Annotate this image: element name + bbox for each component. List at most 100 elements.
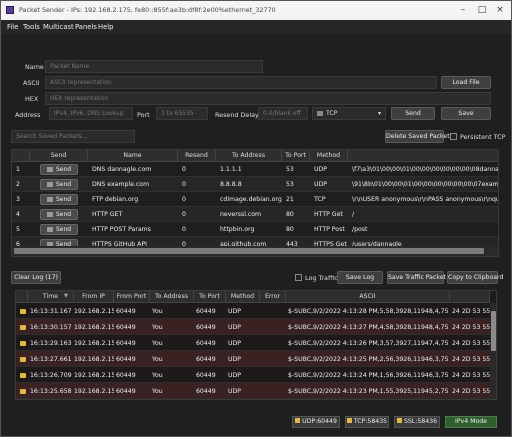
traffic-cell-hex: 24 2D 53 55 4	[452, 388, 490, 395]
ssl-port-text: SSL:58436	[403, 418, 438, 425]
sort-desc-icon[interactable]: ▼	[64, 293, 68, 299]
app-icon	[6, 6, 14, 14]
log-traffic-checkbox[interactable]	[295, 274, 302, 281]
protocol-value: TCP	[326, 110, 338, 117]
col-header-error[interactable]: Error	[260, 291, 286, 303]
traffic-cell-to: You	[152, 356, 163, 363]
traffic-cell-hex: 24 2D 53 55 4	[452, 372, 490, 379]
col-header-hex[interactable]	[450, 291, 490, 303]
protocol-select[interactable]: TCP ▾	[312, 107, 386, 120]
col-header-to-port[interactable]: To Port	[282, 150, 310, 162]
saved-cell-addr: 8.8.8.8	[220, 181, 242, 188]
load-file-button[interactable]: Load File	[441, 76, 491, 89]
traffic-cell-method: UDP	[228, 308, 242, 315]
log-traffic-label: Log Traffic	[305, 274, 338, 282]
traffic-cell-method: UDP	[228, 356, 242, 363]
col-header-method[interactable]: Method	[226, 291, 260, 303]
col-header-send[interactable]: Send	[30, 150, 88, 162]
col-header-from-port[interactable]: From Port	[114, 291, 150, 303]
traffic-cell-fport: 60449	[116, 356, 136, 363]
menu-help[interactable]: Help	[98, 23, 114, 31]
traffic-v-scroll-thumb[interactable]	[491, 311, 496, 351]
col-header-to-address[interactable]: To Address	[216, 150, 282, 162]
lock-icon	[295, 418, 301, 423]
resend-delay-input[interactable]: 0.0/blank off	[258, 107, 308, 120]
address-input[interactable]: IPv4, IPv6, DNS Lookup	[49, 107, 133, 120]
traffic-cell-to: You	[152, 372, 163, 379]
ssl-port-status[interactable]: SSL:58436	[394, 416, 440, 428]
saved-h-scrollbar[interactable]	[12, 246, 498, 256]
hex-input[interactable]: HEX representation	[45, 92, 491, 105]
traffic-cell-time: 16:13:30.157	[30, 324, 72, 331]
saved-cell-name: DNS example.com	[92, 181, 150, 188]
search-saved-input[interactable]: Search Saved Packets...	[11, 130, 135, 143]
lock-icon	[396, 418, 402, 423]
lock-icon	[20, 341, 26, 346]
col-header-resend[interactable]: Resend	[178, 150, 216, 162]
traffic-log-table: Time From IP From Port To Address To Por…	[15, 290, 497, 400]
saved-cell-name: FTP debian.org	[92, 196, 139, 203]
traffic-cell-tport: 60449	[196, 308, 216, 315]
save-log-button[interactable]: Save Log	[337, 271, 383, 284]
saved-cell-resend: 0	[182, 196, 186, 203]
tcp-port-status[interactable]: TCP:58435	[345, 416, 389, 428]
col-header-to-address[interactable]: To Address	[150, 291, 194, 303]
menu-file[interactable]: File	[7, 23, 18, 31]
col-header-from-ip[interactable]: From IP	[74, 291, 114, 303]
traffic-cell-fport: 60449	[116, 340, 136, 347]
traffic-v-scrollbar[interactable]	[490, 303, 496, 399]
saved-cell-method: TCP	[314, 196, 326, 203]
maximize-icon[interactable]: □	[475, 4, 489, 16]
lock-icon	[20, 309, 26, 314]
saved-cell-method: UDP	[314, 181, 328, 188]
udp-port-status[interactable]: UDP:60449	[292, 416, 340, 428]
col-header-index	[12, 150, 30, 162]
send-label: Send	[55, 166, 72, 173]
close-icon[interactable]: ×	[493, 4, 507, 16]
saved-cell-addr: httpbin.org	[220, 226, 255, 233]
send-button[interactable]: Send	[391, 107, 435, 120]
name-label: Name	[25, 63, 44, 71]
delete-saved-button[interactable]: Delete Saved Packet	[385, 130, 450, 143]
send-icon	[46, 182, 53, 187]
traffic-cell-to: You	[152, 388, 163, 395]
saved-cell-data: /	[352, 211, 355, 218]
network-icon	[317, 110, 323, 116]
clear-log-button[interactable]: Clear Log (17)	[11, 271, 61, 284]
row-send-button[interactable]: Send	[40, 224, 78, 235]
row-send-button[interactable]: Send	[40, 164, 78, 175]
saved-cell-name: DNS dannagle.com	[92, 166, 152, 173]
ascii-input[interactable]: ASCII representation	[45, 76, 437, 89]
traffic-cell-fport: 60449	[116, 388, 136, 395]
name-input[interactable]: Packet Name	[45, 60, 263, 73]
menu-tools[interactable]: Tools	[23, 23, 40, 31]
col-header-ascii[interactable]: ASCII	[286, 291, 450, 303]
ipv4-mode-status[interactable]: IPv4 Mode	[445, 416, 497, 428]
col-header-to-port[interactable]: To Port	[194, 291, 226, 303]
col-header-data[interactable]	[348, 150, 498, 162]
traffic-cell-tport: 60449	[196, 324, 216, 331]
row-send-button[interactable]: Send	[40, 209, 78, 220]
traffic-cell-hex: 24 2D 53 55 4	[452, 356, 490, 363]
copy-clipboard-button[interactable]: Copy to Clipboard	[447, 271, 503, 284]
save-traffic-packet-button[interactable]: Save Traffic Packet	[387, 271, 446, 284]
lock-icon	[20, 325, 26, 330]
col-header-method[interactable]: Method	[310, 150, 348, 162]
traffic-cell-ascii: $-SUBC,9/2/2022 4:13:28 PM,5,58,3928,119…	[288, 308, 448, 315]
save-button[interactable]: Save	[441, 107, 491, 120]
saved-h-scroll-thumb[interactable]	[14, 248, 484, 254]
saved-cell-n: 5	[16, 226, 20, 233]
port-input[interactable]: 1 to 65535	[156, 107, 208, 120]
col-header-name[interactable]: Name	[88, 150, 178, 162]
traffic-cell-method: UDP	[228, 324, 242, 331]
row-send-button[interactable]: Send	[40, 179, 78, 190]
lock-icon	[20, 357, 26, 362]
menu-multicast[interactable]: Multicast	[43, 23, 74, 31]
send-label: Send	[55, 181, 72, 188]
minimize-icon[interactable]: –	[456, 4, 470, 16]
persistent-tcp-checkbox[interactable]	[450, 133, 457, 140]
traffic-cell-fport: 60449	[116, 372, 136, 379]
saved-cell-name: HTTP POST Params	[92, 226, 151, 233]
row-send-button[interactable]: Send	[40, 194, 78, 205]
menu-panels[interactable]: Panels	[75, 23, 97, 31]
